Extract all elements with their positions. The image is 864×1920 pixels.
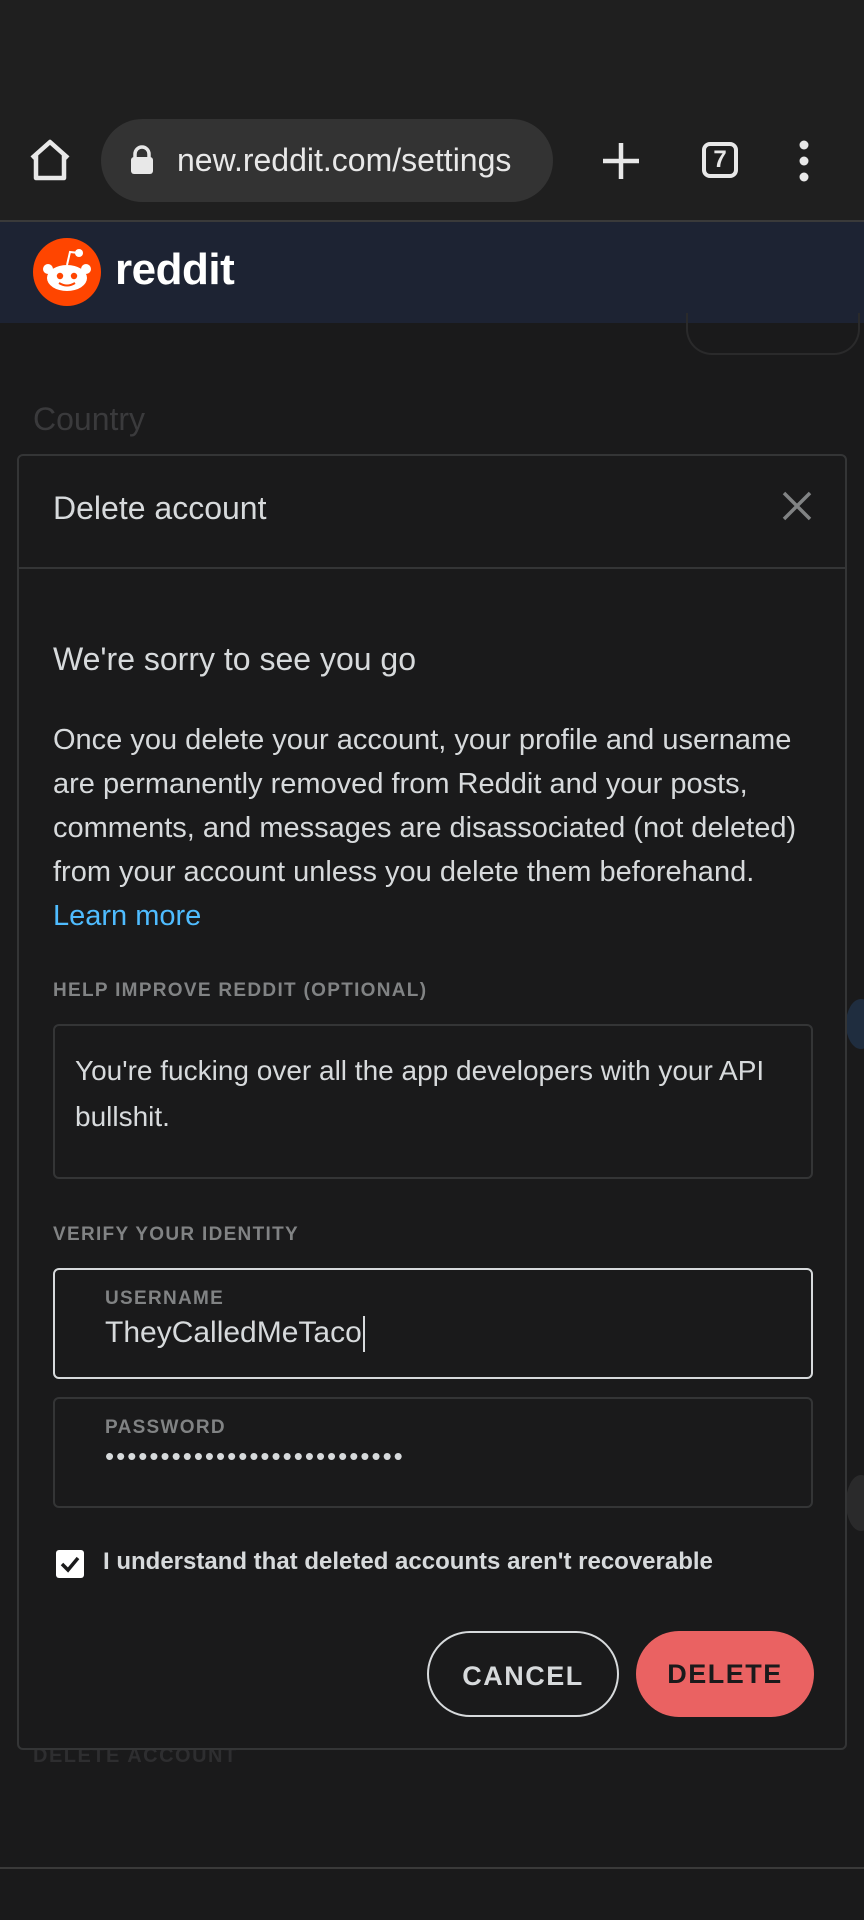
info-body: Once you delete your account, your profi…	[53, 724, 797, 888]
background-button	[686, 313, 860, 355]
new-tab-icon[interactable]	[598, 138, 644, 184]
password-label: PASSWORD	[105, 1417, 226, 1438]
username-label: USERNAME	[105, 1288, 225, 1309]
lock-icon	[131, 145, 153, 174]
feedback-textarea[interactable]: You're fucking over all the app develope…	[53, 1024, 813, 1179]
verify-section-label: VERIFY YOUR IDENTITY	[53, 1224, 299, 1245]
checkmark-icon	[60, 1556, 80, 1573]
delete-info-text: Once you delete your account, your profi…	[53, 718, 813, 938]
address-bar[interactable]: new.reddit.com/settings	[101, 119, 553, 202]
background-toggle	[846, 999, 864, 1049]
feedback-section-label: HELP IMPROVE REDDIT (OPTIONAL)	[53, 980, 428, 1001]
password-field[interactable]: PASSWORD •••••••••••••••••••••••••••	[53, 1397, 813, 1508]
username-value-wrap: TheyCalledMeTaco	[105, 1316, 365, 1353]
browser-toolbar: new.reddit.com/settings 7	[0, 100, 864, 222]
home-icon[interactable]	[26, 136, 74, 184]
username-field[interactable]: USERNAME TheyCalledMeTaco	[53, 1268, 813, 1379]
modal-title: Delete account	[53, 490, 267, 526]
reddit-header: reddit	[0, 222, 864, 323]
status-bar	[0, 0, 864, 100]
confirm-checkbox[interactable]	[56, 1550, 84, 1578]
text-cursor	[362, 1316, 365, 1353]
close-icon[interactable]	[781, 490, 813, 522]
delete-button[interactable]: DELETE	[636, 1631, 814, 1717]
username-value: TheyCalledMeTaco	[105, 1316, 362, 1349]
country-label: Country	[33, 401, 146, 437]
more-options-icon[interactable]	[794, 138, 814, 184]
background-toggle	[846, 1475, 864, 1531]
delete-account-modal: Delete account We're sorry to see you go…	[17, 454, 847, 1750]
password-value: •••••••••••••••••••••••••••	[105, 1441, 405, 1471]
modal-header: Delete account	[19, 456, 845, 569]
cancel-button[interactable]: CANCEL	[427, 1631, 619, 1717]
learn-more-link[interactable]: Learn more	[53, 900, 201, 932]
reddit-logo-icon[interactable]	[33, 238, 101, 306]
modal-subtitle: We're sorry to see you go	[53, 641, 417, 677]
confirm-checkbox-label[interactable]: I understand that deleted accounts aren'…	[103, 1548, 713, 1576]
divider	[0, 1867, 864, 1869]
tab-switcher-button[interactable]: 7	[702, 142, 738, 178]
url-text: new.reddit.com/settings	[177, 142, 512, 178]
reddit-wordmark: reddit	[115, 245, 235, 294]
